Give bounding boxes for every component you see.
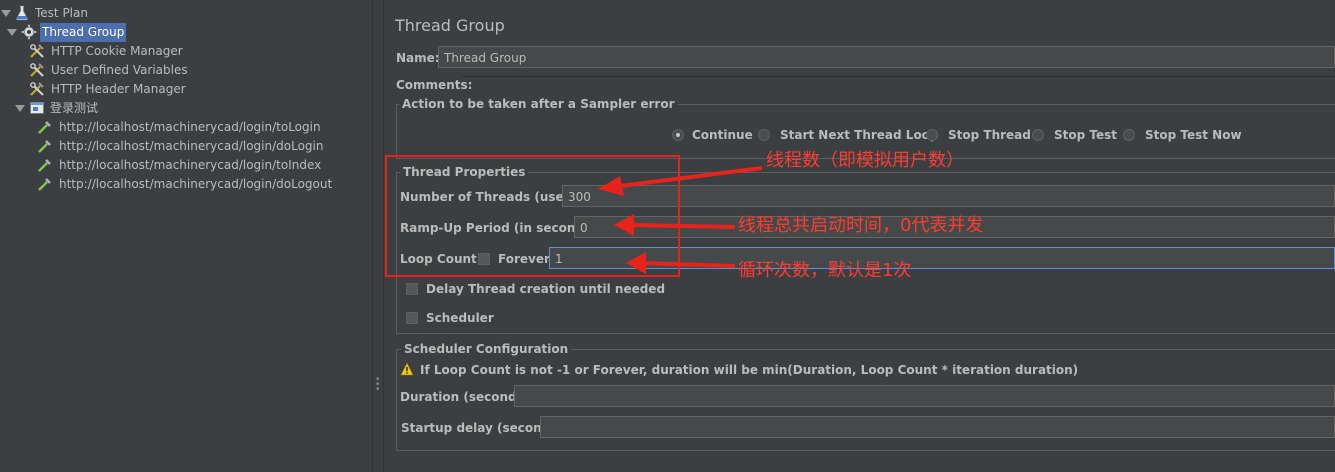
arrow-threads bbox=[598, 166, 763, 196]
annotation-rampup: 线程总共启动时间，0代表并发 bbox=[738, 215, 984, 236]
annotation-loop: 循环次数，默认是1次 bbox=[738, 260, 912, 281]
annotation-threads: 线程数（即模拟用户数） bbox=[766, 150, 964, 171]
arrow-rampup bbox=[614, 214, 736, 236]
annotation-arrows bbox=[598, 166, 763, 274]
arrow-loop bbox=[626, 252, 736, 274]
